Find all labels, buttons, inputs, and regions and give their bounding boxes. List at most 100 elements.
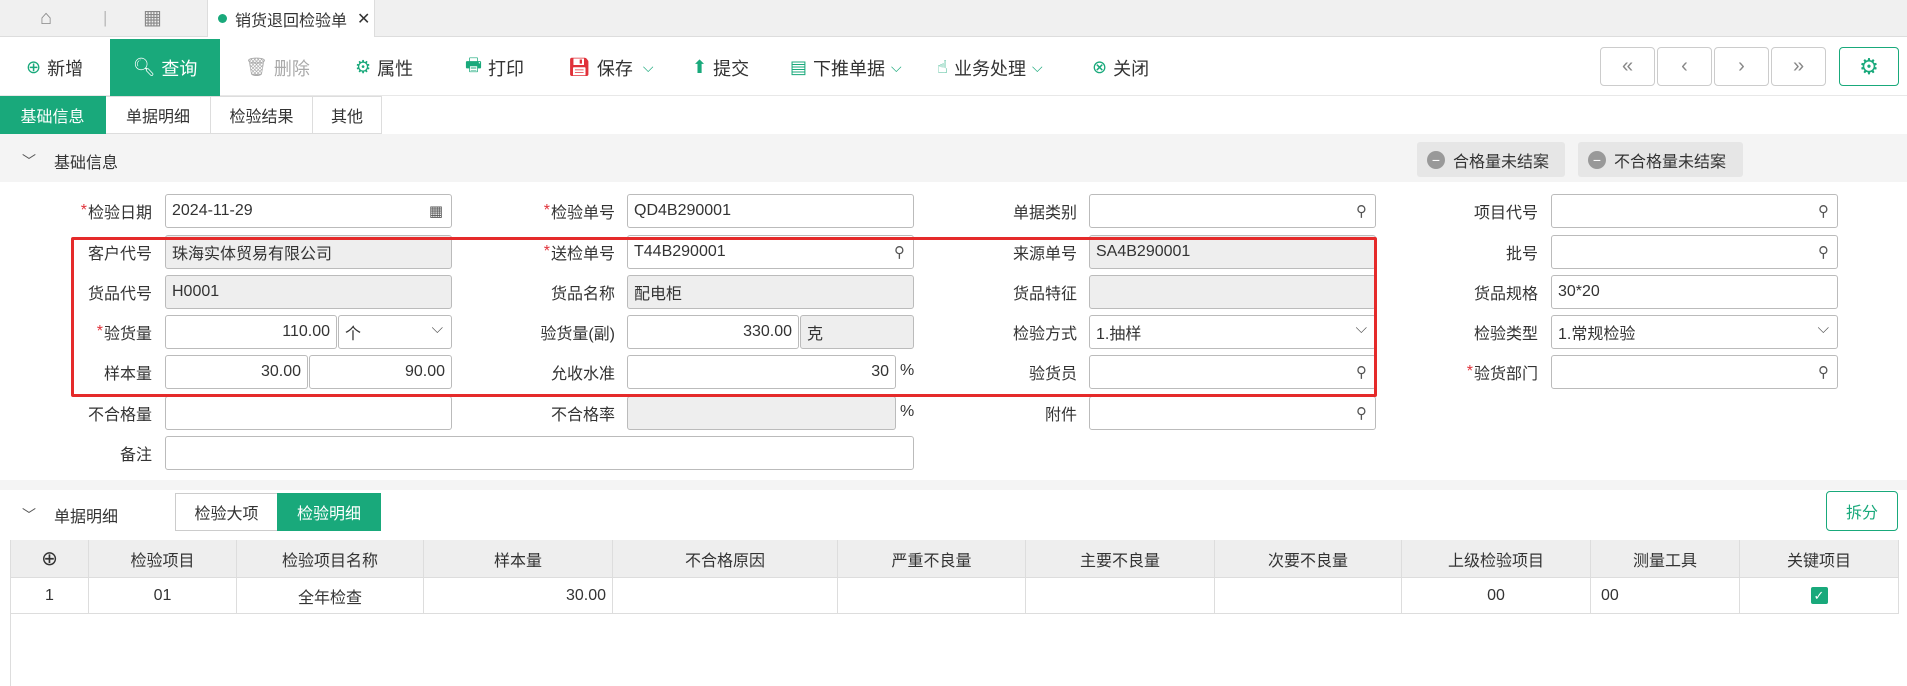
inspector-field[interactable]: ⚲ <box>1089 355 1376 389</box>
table-row[interactable]: 1 01 全年检查 30.00 00 00 ✓ <box>11 578 1899 614</box>
push-down-button[interactable]: ▤ 下推单据 ⌵ <box>790 39 902 96</box>
sample-field-1[interactable]: 30.00 <box>165 355 308 389</box>
send-no-field[interactable]: T44B290001 ⚲ <box>627 235 914 269</box>
inspect-date-field[interactable]: 2024-11-29 ▦ <box>165 194 452 228</box>
search-icon[interactable]: ⚲ <box>894 243 905 261</box>
label-reject-rate: 不合格率 <box>505 396 615 430</box>
label-project-code: 项目代号 <box>1428 194 1538 228</box>
properties-button[interactable]: ⚙ 属性 <box>355 39 413 96</box>
label-reject-qty: 不合格量 <box>42 396 152 430</box>
query-label: 查询 <box>161 58 198 79</box>
first-record-button[interactable]: « <box>1600 47 1655 86</box>
item-name-field[interactable]: 配电柜 <box>627 275 914 309</box>
search-icon[interactable]: ⚲ <box>1356 404 1367 422</box>
cell[interactable]: 00 <box>1402 578 1591 613</box>
reject-rate-field[interactable] <box>627 396 896 430</box>
label-text: 送检单号 <box>550 246 615 263</box>
label-item-code: 货品代号 <box>42 275 152 309</box>
qty-unit-select[interactable]: 个 ⌵ <box>338 315 452 349</box>
inspect-no-field[interactable]: QD4B290001 <box>627 194 914 228</box>
settings-button[interactable]: ⚙ <box>1839 47 1899 86</box>
close-button[interactable]: ⊗ 关闭 <box>1092 39 1149 96</box>
section-detail-header[interactable]: ﹀ 单据明细 <box>22 503 118 527</box>
project-code-field[interactable]: ⚲ <box>1551 194 1838 228</box>
tab-sales-return-inspection[interactable]: 销货退回检验单 ✕ <box>207 0 375 37</box>
chevron-down-icon: ⌵ <box>1355 320 1367 337</box>
attach-field[interactable]: ⚲ <box>1089 396 1376 430</box>
search-icon[interactable]: ⚲ <box>1356 363 1367 381</box>
last-record-button[interactable]: » <box>1771 47 1826 86</box>
field-value: 90.00 <box>404 363 445 380</box>
field-value: H0001 <box>172 283 220 300</box>
cell[interactable]: 00 <box>1591 578 1740 613</box>
search-icon[interactable]: ⚲ <box>1818 243 1829 261</box>
field-value: 1.抽样 <box>1096 326 1142 343</box>
print-button[interactable]: 🖶 打印 <box>465 39 524 96</box>
qty2-field[interactable]: 330.00 <box>627 315 799 349</box>
home-icon[interactable]: ⌂ <box>40 7 52 30</box>
section-basic-info-header[interactable]: ﹀ 基础信息 <box>22 149 118 173</box>
label-text: 检验方式 <box>1012 326 1077 343</box>
next-record-button[interactable]: › <box>1714 47 1769 86</box>
label-text: 备注 <box>119 447 152 464</box>
subtab-inspection-detail[interactable]: 检验明细 <box>277 493 381 531</box>
customer-field[interactable]: 珠海实体贸易有限公司 <box>165 235 452 269</box>
prev-record-button[interactable]: ‹ <box>1657 47 1712 86</box>
label-text: 检验单号 <box>550 205 615 222</box>
tab-other[interactable]: 其他 <box>313 96 382 134</box>
cell-key-item[interactable]: ✓ <box>1740 578 1899 613</box>
checkbox-checked-icon[interactable]: ✓ <box>1810 587 1828 604</box>
type-select[interactable]: 1.常规检验 ⌵ <box>1551 315 1838 349</box>
dept-field[interactable]: ⚲ <box>1551 355 1838 389</box>
search-icon[interactable]: ⚲ <box>1356 202 1367 220</box>
label-text: 验货员 <box>1028 366 1077 383</box>
source-no-field[interactable]: SA4B290001 <box>1089 235 1376 269</box>
qty-field[interactable]: 110.00 <box>165 315 337 349</box>
item-code-field[interactable]: H0001 <box>165 275 452 309</box>
item-spec-field[interactable]: 30*20 <box>1551 275 1838 309</box>
cell[interactable]: 30.00 <box>424 578 613 613</box>
method-select[interactable]: 1.抽样 ⌵ <box>1089 315 1376 349</box>
col-header: 上级检验项目 <box>1402 540 1591 577</box>
split-button[interactable]: 拆分 <box>1826 491 1898 531</box>
cell[interactable] <box>613 578 838 613</box>
add-row-icon[interactable]: ⊕ <box>11 540 89 577</box>
search-icon[interactable]: ⚲ <box>1818 202 1829 220</box>
col-header: 测量工具 <box>1591 540 1740 577</box>
active-dot-icon <box>218 14 227 23</box>
close-tab-icon[interactable]: ✕ <box>357 9 370 29</box>
submit-button[interactable]: ⬆ 提交 <box>692 39 749 96</box>
col-header: 关键项目 <box>1740 540 1899 577</box>
doc-type-field[interactable]: ⚲ <box>1089 194 1376 228</box>
label-source-no: 来源单号 <box>967 235 1077 269</box>
business-button[interactable]: ☝ 业务处理 ⌵ <box>937 39 1043 96</box>
remark-field[interactable] <box>165 436 914 470</box>
tab-doc-detail[interactable]: 单据明细 <box>106 96 211 134</box>
cell[interactable] <box>1215 578 1402 613</box>
search-icon[interactable]: ⚲ <box>1818 363 1829 381</box>
unqualified-unclosed-button[interactable]: − 不合格量未结案 <box>1578 142 1743 177</box>
save-button[interactable]: 💾︎ 保存 ⌵ <box>568 39 653 96</box>
reject-qty-field[interactable] <box>165 396 452 430</box>
item-feature-field[interactable] <box>1089 275 1376 309</box>
cell[interactable]: 全年检查 <box>237 578 424 613</box>
label-text: 货品规格 <box>1473 286 1538 303</box>
delete-button[interactable]: 🗑︎ 删除 <box>245 39 310 96</box>
sample-field-2[interactable]: 90.00 <box>309 355 452 389</box>
cell[interactable]: 01 <box>89 578 237 613</box>
accept-level-field[interactable]: 30 <box>627 355 896 389</box>
required-mark: * <box>1466 363 1473 380</box>
new-button[interactable]: ⊕ 新增 <box>26 39 83 96</box>
cell[interactable] <box>838 578 1026 613</box>
subtab-inspection-category[interactable]: 检验大项 <box>175 493 278 531</box>
label-doc-type: 单据类别 <box>967 194 1077 228</box>
tab-basic-info[interactable]: 基础信息 <box>0 96 106 134</box>
qty2-unit-field[interactable]: 克 <box>800 315 914 349</box>
tab-inspection-result[interactable]: 检验结果 <box>211 96 313 134</box>
query-button[interactable]: 🔍︎ 查询 <box>110 39 220 96</box>
cell[interactable] <box>1026 578 1215 613</box>
grid-icon[interactable]: ▦ <box>143 5 162 30</box>
qualified-unclosed-button[interactable]: − 合格量未结案 <box>1417 142 1565 177</box>
batch-field[interactable]: ⚲ <box>1551 235 1838 269</box>
calendar-icon[interactable]: ▦ <box>429 202 443 220</box>
